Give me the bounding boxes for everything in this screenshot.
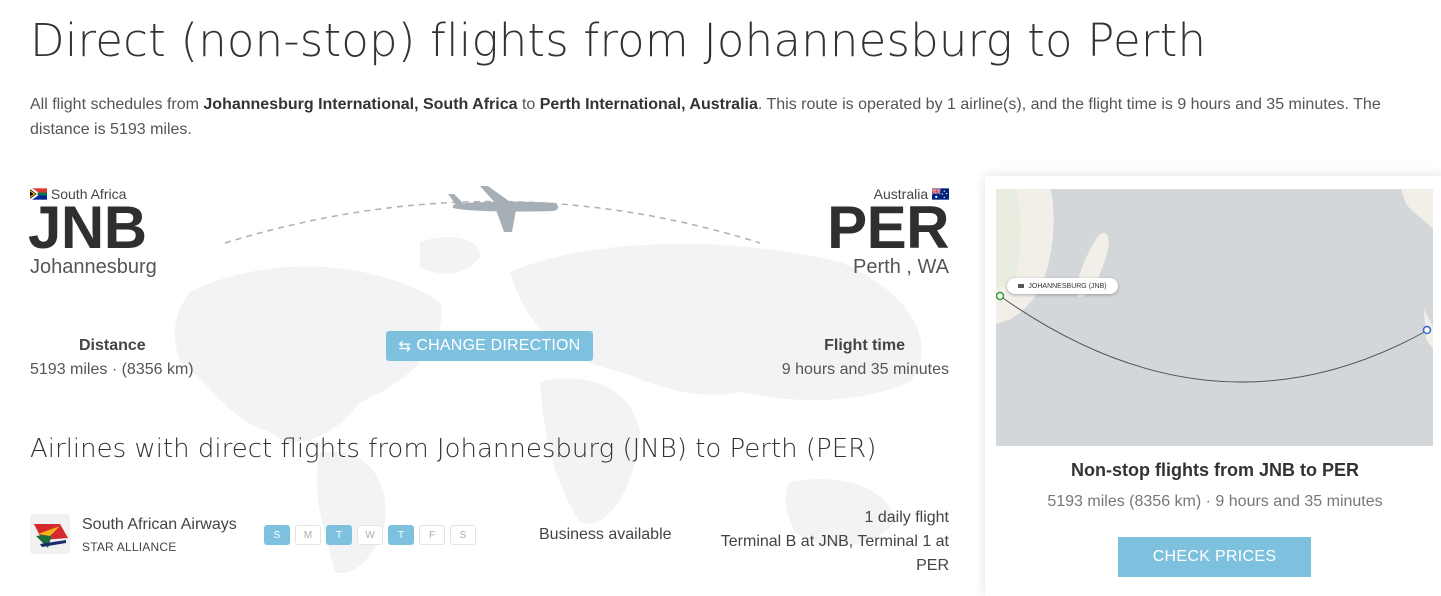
map-origin-label: JOHANNESBURG (JNB)	[1007, 278, 1118, 294]
origin-code: JNB	[28, 194, 147, 261]
origin-airport: Johannesburg International, South Africa	[203, 96, 518, 113]
airline-alliance: STAR ALLIANCE	[82, 540, 177, 554]
destination-airport: Perth International, Australia	[539, 96, 758, 113]
page-title: Direct (non-stop) flights from Johannesb…	[30, 14, 1207, 67]
change-direction-button[interactable]: ⇆ CHANGE DIRECTION	[386, 331, 593, 361]
destination-marker	[1422, 325, 1432, 335]
destination-code: PER	[827, 194, 949, 261]
swap-arrows-icon: ⇆	[398, 338, 412, 355]
airlines-heading: Airlines with direct flights from Johann…	[30, 434, 877, 464]
day-monday: M	[295, 525, 321, 545]
card-title: Non-stop flights from JNB to PER	[1071, 460, 1359, 480]
day-thursday: T	[388, 525, 414, 545]
origin-marker	[996, 291, 1005, 301]
distance-label: Distance	[79, 337, 146, 354]
flight-info: 1 daily flight Terminal B at JNB, Termin…	[719, 506, 949, 578]
change-direction-label: CHANGE DIRECTION	[416, 337, 581, 354]
day-tuesday: T	[326, 525, 352, 545]
day-wednesday: W	[357, 525, 383, 545]
airline-name[interactable]: South African Airways	[82, 516, 237, 534]
day-friday: F	[419, 525, 445, 545]
flight-frequency: 1 daily flight	[864, 509, 950, 526]
distance-value: 5193 miles · (8356 km)	[30, 361, 194, 378]
flag-icon	[1018, 284, 1025, 288]
cabin-availability: Business available	[539, 526, 672, 543]
flight-time-value: 9 hours and 35 minutes	[781, 361, 949, 378]
route-intro: All flight schedules from Johannesburg I…	[30, 96, 1381, 138]
route-mini-map[interactable]	[996, 189, 1433, 446]
route-arc	[224, 186, 761, 244]
destination-city: Perth , WA	[853, 256, 949, 278]
airplane-icon	[448, 186, 559, 232]
south-african-airways-logo[interactable]	[30, 514, 70, 554]
day-sunday: S	[264, 525, 290, 545]
check-prices-button[interactable]: CHECK PRICES	[1118, 537, 1311, 577]
origin-city: Johannesburg	[30, 256, 157, 278]
card-subtitle: 5193 miles (8356 km) · 9 hours and 35 mi…	[1047, 493, 1383, 510]
terminal-info: Terminal B at JNB, Terminal 1 at PER	[720, 533, 949, 574]
weekday-schedule: S M T W T F S	[264, 525, 476, 545]
flight-time-label: Flight time	[824, 337, 905, 354]
day-saturday: S	[450, 525, 476, 545]
